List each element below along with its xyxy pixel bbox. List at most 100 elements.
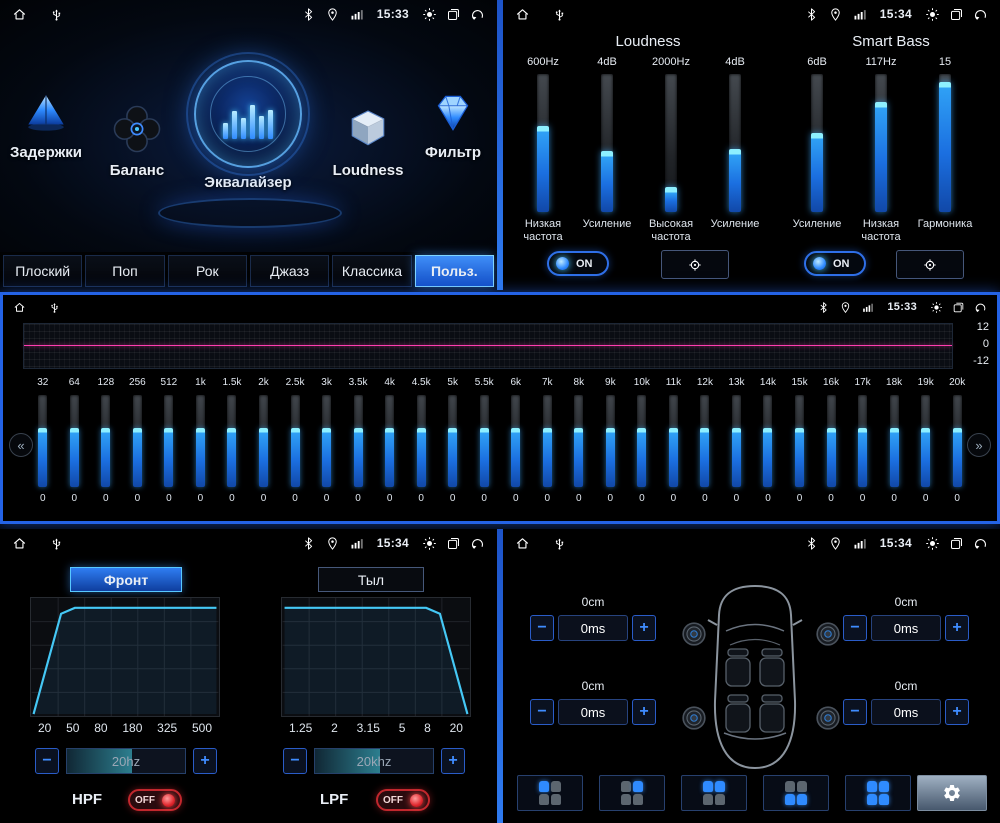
eq-band-slider[interactable] <box>69 395 79 487</box>
smartbass-target-button[interactable] <box>896 250 964 279</box>
eq-band-slider[interactable] <box>164 395 174 487</box>
lpf-frequency-slider[interactable]: 20khz <box>314 748 434 774</box>
lpf-toggle[interactable]: OFF <box>376 789 430 811</box>
smartbass-on-toggle[interactable]: ON <box>804 251 866 276</box>
vertical-slider[interactable] <box>537 74 549 212</box>
preset-tab[interactable]: Джазз <box>249 255 330 287</box>
eq-band-slider[interactable] <box>195 395 205 487</box>
back-icon[interactable] <box>470 536 485 551</box>
preset-tab[interactable]: Поп <box>85 255 165 287</box>
increase-button[interactable]: + <box>632 615 656 641</box>
increase-button[interactable]: + <box>632 699 656 725</box>
vertical-slider[interactable] <box>939 74 951 212</box>
brightness-icon[interactable] <box>422 536 437 551</box>
lpf-increase-button[interactable]: + <box>441 748 465 774</box>
hpf-increase-button[interactable]: + <box>193 748 217 774</box>
hpf-frequency-slider[interactable]: 20hz <box>66 748 186 774</box>
eq-band-slider[interactable] <box>637 395 647 487</box>
lpf-decrease-button[interactable]: − <box>283 748 307 774</box>
settings-button[interactable] <box>917 775 987 811</box>
eq-band-slider[interactable] <box>668 395 678 487</box>
speaker-rear-right-icon[interactable] <box>815 705 841 731</box>
eq-band-slider[interactable] <box>889 395 899 487</box>
back-icon[interactable] <box>973 7 988 22</box>
back-icon[interactable] <box>973 536 988 551</box>
preset-tab[interactable]: Рок <box>167 255 247 287</box>
brightness-icon[interactable] <box>925 7 940 22</box>
eq-band-slider[interactable] <box>38 395 48 487</box>
decrease-button[interactable]: − <box>843 699 867 725</box>
home-icon[interactable] <box>13 301 26 314</box>
decrease-button[interactable]: − <box>530 699 554 725</box>
home-icon[interactable] <box>515 7 530 22</box>
eq-band-slider[interactable] <box>227 395 237 487</box>
eq-band-slider[interactable] <box>952 395 962 487</box>
eq-band-slider[interactable] <box>101 395 111 487</box>
listening-zone-button[interactable] <box>599 775 665 811</box>
listening-zone-button[interactable] <box>517 775 583 811</box>
eq-band-slider[interactable] <box>479 395 489 487</box>
brightness-icon[interactable] <box>422 7 437 22</box>
decrease-button[interactable]: − <box>843 615 867 641</box>
eq-band-slider[interactable] <box>795 395 805 487</box>
menu-item-filter[interactable]: Фильтр <box>410 88 496 161</box>
eq-band-slider[interactable] <box>448 395 458 487</box>
listening-zone-button[interactable] <box>681 775 747 811</box>
loudness-on-toggle[interactable]: ON <box>547 251 609 276</box>
hpf-decrease-button[interactable]: − <box>35 748 59 774</box>
eq-band-slider[interactable] <box>763 395 773 487</box>
preset-tab[interactable]: Польз. <box>414 255 494 287</box>
recent-apps-icon[interactable] <box>446 536 461 551</box>
eq-band-slider[interactable] <box>858 395 868 487</box>
recent-apps-icon[interactable] <box>949 7 964 22</box>
preset-tab[interactable]: Плоский <box>3 255 83 287</box>
freq-label: 80 <box>94 721 108 735</box>
eq-band-slider[interactable] <box>290 395 300 487</box>
eq-band-slider[interactable] <box>700 395 710 487</box>
vertical-slider[interactable] <box>665 74 677 212</box>
eq-band-slider[interactable] <box>605 395 615 487</box>
preset-tab[interactable]: Классика <box>332 255 412 287</box>
recent-apps-icon[interactable] <box>952 301 965 314</box>
menu-item-equalizer[interactable]: Эквалайзер <box>168 52 328 191</box>
speaker-front-right-icon[interactable] <box>815 621 841 647</box>
increase-button[interactable]: + <box>945 615 969 641</box>
recent-apps-icon[interactable] <box>949 536 964 551</box>
home-icon[interactable] <box>12 536 27 551</box>
decrease-button[interactable]: − <box>530 615 554 641</box>
brightness-icon[interactable] <box>925 536 940 551</box>
recent-apps-icon[interactable] <box>446 7 461 22</box>
tab-rear[interactable]: Тыл <box>318 567 424 592</box>
eq-band-slider[interactable] <box>731 395 741 487</box>
menu-item-loudness[interactable]: Loudness <box>322 102 414 179</box>
vertical-slider[interactable] <box>875 74 887 212</box>
listening-zone-button[interactable] <box>845 775 911 811</box>
eq-band-slider[interactable] <box>511 395 521 487</box>
eq-band-slider[interactable] <box>132 395 142 487</box>
back-icon[interactable] <box>974 301 987 314</box>
hpf-toggle[interactable]: OFF <box>128 789 182 811</box>
speaker-front-left-icon[interactable] <box>681 621 707 647</box>
vertical-slider[interactable] <box>601 74 613 212</box>
eq-band-slider[interactable] <box>574 395 584 487</box>
speaker-rear-left-icon[interactable] <box>681 705 707 731</box>
listening-zone-button[interactable] <box>763 775 829 811</box>
eq-band-slider[interactable] <box>921 395 931 487</box>
tab-front[interactable]: Фронт <box>70 567 182 592</box>
back-icon[interactable] <box>470 7 485 22</box>
eq-band-slider[interactable] <box>353 395 363 487</box>
eq-band-slider[interactable] <box>826 395 836 487</box>
home-icon[interactable] <box>515 536 530 551</box>
eq-band-slider[interactable] <box>416 395 426 487</box>
eq-band-slider[interactable] <box>542 395 552 487</box>
eq-band-slider[interactable] <box>322 395 332 487</box>
vertical-slider[interactable] <box>811 74 823 212</box>
eq-band-slider[interactable] <box>258 395 268 487</box>
menu-item-delays[interactable]: Задержки <box>2 88 90 161</box>
vertical-slider[interactable] <box>729 74 741 212</box>
eq-band-slider[interactable] <box>385 395 395 487</box>
loudness-target-button[interactable] <box>661 250 729 279</box>
home-icon[interactable] <box>12 7 27 22</box>
increase-button[interactable]: + <box>945 699 969 725</box>
brightness-icon[interactable] <box>930 301 943 314</box>
